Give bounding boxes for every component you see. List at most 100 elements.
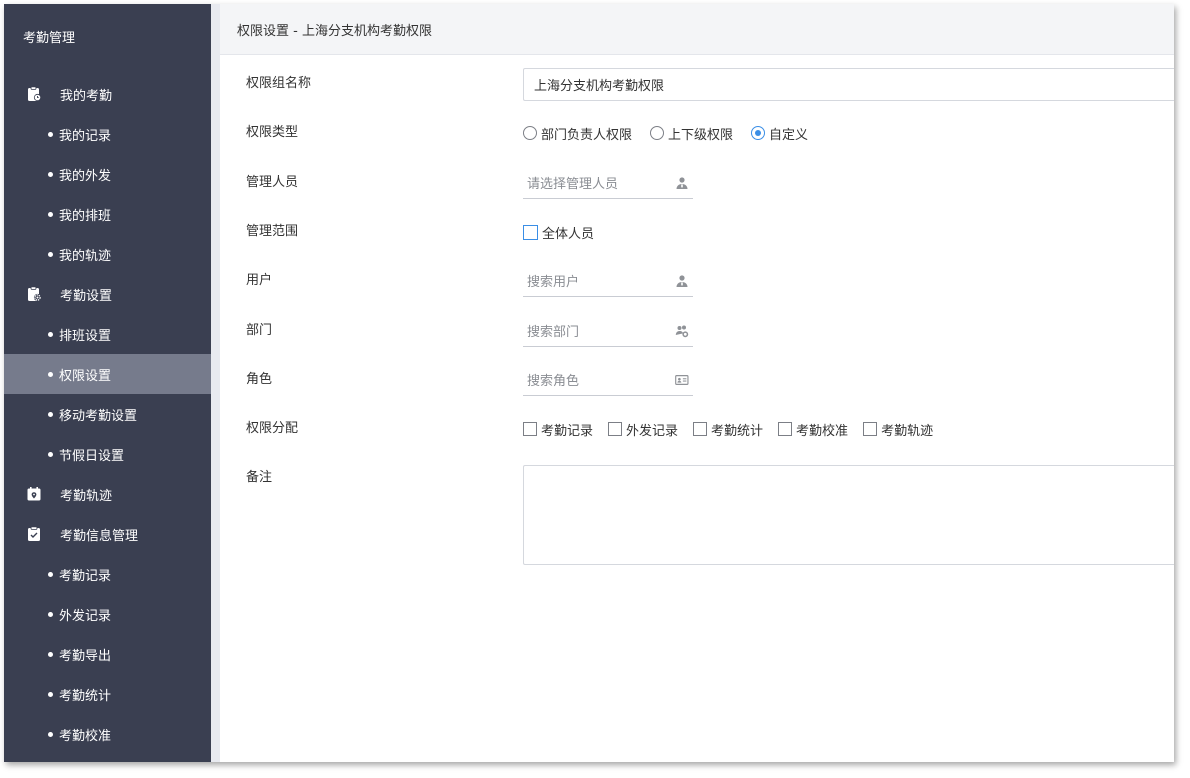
bullet-dot xyxy=(48,211,53,217)
sidebar-item-attendance-records[interactable]: 考勤记录 xyxy=(4,554,211,594)
departments-search-input[interactable]: 搜索部门 xyxy=(523,315,693,347)
sidebar-item-label: 我的记录 xyxy=(59,128,112,144)
sidebar-item-label: 考勤导出 xyxy=(59,648,112,664)
main-panel: 权限设置 - 上海分支机构考勤权限 权限组名称 上海分支机构考勤权限 权限类型 … xyxy=(220,4,1174,762)
sidebar-item-label: 节假日设置 xyxy=(59,448,125,464)
users-label: 用户 xyxy=(246,273,273,288)
sidebar-item-label: 我的轨迹 xyxy=(59,248,112,264)
checkbox-box xyxy=(693,422,708,436)
bullet-dot xyxy=(48,411,53,417)
radio-superior-subordinate[interactable]: 上下级权限 xyxy=(650,124,733,143)
sidebar-item-my-outgoing[interactable]: 我的外发 xyxy=(4,154,211,194)
user-icon[interactable] xyxy=(675,274,689,288)
sidebar-item-label: 我的外发 xyxy=(59,168,112,184)
allocation-label: 权限分配 xyxy=(246,421,299,436)
users-search-input[interactable]: 搜索用户 xyxy=(523,265,693,297)
sidebar-item-permission-settings[interactable]: 权限设置 xyxy=(4,354,211,394)
sidebar-item-attendance-export[interactable]: 考勤导出 xyxy=(4,634,211,674)
users-placeholder: 搜索用户 xyxy=(527,275,580,290)
row-perm-type: 权限类型 部门负责人权限 上下级权限 自定义 xyxy=(220,118,1174,148)
checkbox-attendance-calibration[interactable]: 考勤校准 xyxy=(778,420,848,439)
bullet-dot xyxy=(48,371,53,377)
radio-circle xyxy=(751,126,766,140)
bullet-dot xyxy=(48,131,53,137)
sidebar-item-label: 考勤校准 xyxy=(59,728,112,744)
checkbox-label: 考勤统计 xyxy=(711,423,764,439)
departments-placeholder: 搜索部门 xyxy=(527,325,580,340)
sidebar-item-label: 考勤统计 xyxy=(59,688,112,704)
remark-label: 备注 xyxy=(246,470,273,485)
checkbox-label: 全体人员 xyxy=(542,226,595,242)
row-allocation: 权限分配 考勤记录 外发记录 考勤统计 考勤校准 考勤轨迹 xyxy=(220,414,1174,444)
id-card-icon[interactable] xyxy=(675,373,689,387)
sidebar-item-label: 外发记录 xyxy=(59,608,112,624)
sidebar-item-my-records[interactable]: 我的记录 xyxy=(4,114,211,154)
sidebar-item-label: 我的排班 xyxy=(59,208,112,224)
sidebar-group-attendance-info[interactable]: 考勤信息管理 xyxy=(4,514,211,554)
checkbox-outgoing-records[interactable]: 外发记录 xyxy=(608,420,678,439)
checkbox-attendance-track[interactable]: 考勤轨迹 xyxy=(863,420,933,439)
perm-type-label: 权限类型 xyxy=(246,125,299,140)
clipboard-check-icon xyxy=(26,526,42,542)
sidebar-divider xyxy=(211,4,220,762)
scope-label: 管理范围 xyxy=(246,224,299,239)
row-managers: 管理人员 请选择管理人员 xyxy=(220,167,1174,199)
checkbox-box xyxy=(778,422,793,436)
bullet-dot xyxy=(48,251,53,257)
bullet-dot xyxy=(48,331,53,337)
radio-custom[interactable]: 自定义 xyxy=(751,124,808,143)
row-scope: 管理范围 全体人员 xyxy=(220,217,1174,247)
page-title: 权限设置 - 上海分支机构考勤权限 xyxy=(220,4,1174,55)
checkbox-box xyxy=(608,422,623,436)
sidebar-item-label: 移动考勤设置 xyxy=(59,408,138,424)
sidebar-item-my-track[interactable]: 我的轨迹 xyxy=(4,234,211,274)
radio-label: 上下级权限 xyxy=(668,127,734,143)
checkbox-attendance-stats[interactable]: 考勤统计 xyxy=(693,420,763,439)
radio-circle xyxy=(650,126,665,140)
calendar-location-icon xyxy=(26,486,42,502)
checkbox-label: 外发记录 xyxy=(626,423,679,439)
roles-placeholder: 搜索角色 xyxy=(527,374,580,389)
checkbox-box xyxy=(523,224,538,240)
radio-label: 部门负责人权限 xyxy=(541,127,633,143)
sidebar-item-mobile-attendance-settings[interactable]: 移动考勤设置 xyxy=(4,394,211,434)
bullet-dot xyxy=(48,451,53,457)
sidebar: 考勤管理 我的考勤 我的记录 我的外发 我的排班 我的轨迹 考勤设置 排班设置 … xyxy=(4,4,211,762)
all-staff-checkbox[interactable]: 全体人员 xyxy=(523,223,594,242)
sidebar-item-attendance-calibration[interactable]: 考勤校准 xyxy=(4,714,211,754)
sidebar-item-outgoing-records[interactable]: 外发记录 xyxy=(4,594,211,634)
checkbox-label: 考勤记录 xyxy=(541,423,594,439)
bullet-dot xyxy=(48,611,53,617)
sidebar-item-schedule-settings[interactable]: 排班设置 xyxy=(4,314,211,354)
sidebar-title: 考勤管理 xyxy=(23,31,76,46)
user-icon[interactable] xyxy=(675,176,689,190)
sidebar-item-label: 排班设置 xyxy=(59,328,112,344)
row-users: 用户 搜索用户 xyxy=(220,265,1174,297)
sidebar-item-holiday-settings[interactable]: 节假日设置 xyxy=(4,434,211,474)
group-name-input[interactable]: 上海分支机构考勤权限 xyxy=(523,67,1174,101)
sidebar-item-my-schedule[interactable]: 我的排班 xyxy=(4,194,211,234)
clipboard-gear-icon xyxy=(26,286,42,302)
sidebar-item-label: 考勤记录 xyxy=(59,568,112,584)
clipboard-clock-icon xyxy=(26,86,42,102)
checkbox-attendance-records[interactable]: 考勤记录 xyxy=(523,420,593,439)
checkbox-box xyxy=(863,422,878,436)
checkbox-label: 考勤校准 xyxy=(796,423,849,439)
sidebar-group-attendance-settings[interactable]: 考勤设置 xyxy=(4,274,211,314)
sidebar-group-my-attendance[interactable]: 我的考勤 xyxy=(4,74,211,114)
bullet-dot xyxy=(48,691,53,697)
sidebar-group-label: 考勤轨迹 xyxy=(60,488,113,504)
sidebar-group-label: 我的考勤 xyxy=(60,88,113,104)
radio-dept-head[interactable]: 部门负责人权限 xyxy=(523,124,632,143)
managers-input[interactable]: 请选择管理人员 xyxy=(523,167,693,199)
group-icon[interactable] xyxy=(675,324,689,338)
roles-label: 角色 xyxy=(246,372,273,387)
bullet-dot xyxy=(48,571,53,577)
sidebar-item-attendance-stats[interactable]: 考勤统计 xyxy=(4,674,211,714)
bullet-dot xyxy=(48,651,53,657)
group-name-label: 权限组名称 xyxy=(246,76,312,91)
roles-search-input[interactable]: 搜索角色 xyxy=(523,364,693,396)
sidebar-group-attendance-track[interactable]: 考勤轨迹 xyxy=(4,474,211,514)
remark-textarea[interactable] xyxy=(523,465,1174,565)
bullet-dot xyxy=(48,731,53,737)
